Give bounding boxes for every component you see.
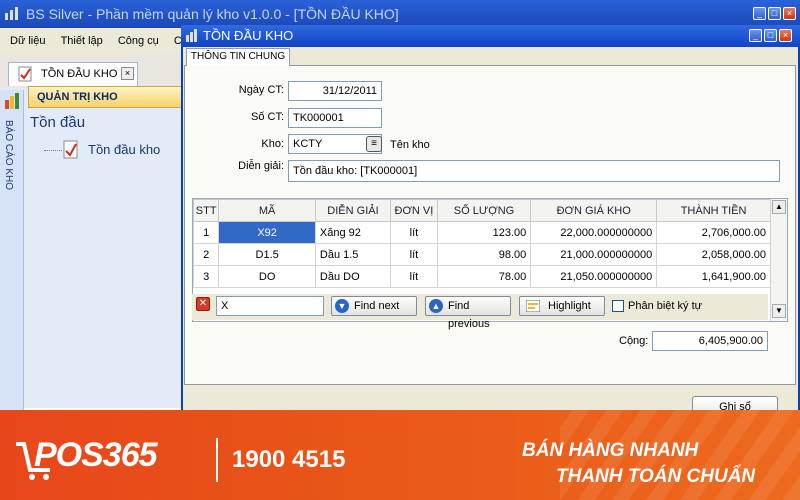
description-label: Diễn giải:	[238, 160, 284, 172]
app-icon	[4, 7, 20, 21]
warehouse-name-label: Tên kho	[390, 139, 430, 151]
col-amount[interactable]: THÀNH TIỀN	[656, 199, 771, 222]
table-row[interactable]: 3 DO Dầu DO lít 78.00 21,050.000000000 1…	[192, 265, 771, 288]
sidebar-vertical-label: BÁO CÁO KHO	[3, 120, 14, 191]
cell-quantity[interactable]: 123.00	[436, 221, 532, 244]
cell-unit-price[interactable]: 22,000.000000000	[530, 221, 658, 244]
cell-unit[interactable]: lít	[390, 243, 438, 266]
find-next-label: Find next	[354, 300, 400, 312]
main-window-title: BS Silver - Phần mềm quản lý kho v1.0.0 …	[0, 0, 800, 28]
sidebar	[0, 88, 182, 408]
sidebar-item-label: Tồn đầu kho	[88, 142, 161, 157]
grid-header-row: STT MÃ DIỄN GIẢI ĐƠN VỊ SỐ LƯỢNG ĐƠN GIÁ…	[192, 199, 771, 222]
arrow-up-icon: ▲	[429, 299, 443, 313]
tab-close-icon[interactable]: ×	[121, 67, 134, 80]
find-next-button[interactable]: ▼ Find next	[331, 296, 417, 316]
slogan-line-2: THANH TOÁN CHUẨN	[556, 466, 756, 487]
brand-logo: POS365	[34, 436, 158, 474]
cell-description[interactable]: Dầu 1.5	[314, 243, 392, 266]
sidebar-header[interactable]: QUẢN TRỊ KHO	[28, 86, 182, 108]
highlight-label: Highlight	[548, 300, 591, 312]
tab-general-info[interactable]: THÔNG TIN CHUNG	[186, 48, 290, 66]
menu-tools[interactable]: Công cụ	[118, 35, 159, 47]
warehouse-label: Kho:	[261, 138, 284, 150]
cell-unit-price[interactable]: 21,000.000000000	[530, 243, 658, 266]
banner-divider	[216, 438, 218, 482]
cell-description[interactable]: Xăng 92	[314, 221, 392, 244]
find-previous-label: Find previous	[448, 300, 490, 330]
case-sensitive-checkbox[interactable]	[612, 300, 624, 312]
total-field: 6,405,900.00	[652, 331, 768, 351]
slogan-line-1: BÁN HÀNG NHANH	[522, 440, 699, 461]
document-check-icon	[62, 140, 80, 166]
cell-unit[interactable]: lít	[390, 221, 438, 244]
cell-description[interactable]: Dầu DO	[314, 265, 392, 288]
arrow-down-icon: ▼	[335, 299, 349, 313]
sidebar-item-ton-dau-kho[interactable]: Tồn đầu kho	[62, 140, 160, 160]
dialog-close-icon[interactable]: ×	[779, 29, 792, 42]
tree-connector	[44, 150, 62, 151]
cell-unit[interactable]: lít	[390, 265, 438, 288]
cell-quantity[interactable]: 78.00	[436, 265, 532, 288]
grid-vertical-scrollbar[interactable]: ▲ ▼	[770, 199, 787, 321]
document-tab[interactable]: TỒN ĐẦU KHO ×	[8, 62, 138, 86]
hotline-number: 1900 4515	[232, 446, 346, 473]
cell-code[interactable]: X92	[218, 221, 316, 244]
cell-quantity[interactable]: 98.00	[436, 243, 532, 266]
doc-no-field[interactable]: TK000001	[288, 108, 382, 128]
menu-data[interactable]: Dữ liệu	[10, 35, 46, 47]
highlight-button[interactable]: Highlight	[519, 296, 605, 316]
table-row[interactable]: 1 X92 Xăng 92 lít 123.00 22,000.00000000…	[192, 221, 771, 244]
find-bar: ✕ X ▼ Find next ▲ Find previous Highligh…	[192, 294, 768, 330]
find-input[interactable]: X	[216, 296, 324, 316]
cell-code[interactable]: D1.5	[218, 243, 316, 266]
maximize-icon[interactable]: □	[768, 7, 781, 20]
find-previous-button[interactable]: ▲ Find previous	[425, 296, 511, 330]
close-icon[interactable]: ×	[783, 7, 796, 20]
col-description[interactable]: DIỄN GIẢI	[314, 199, 392, 222]
cell-code[interactable]: DO	[218, 265, 316, 288]
find-close-icon[interactable]: ✕	[196, 297, 210, 311]
dialog-title: TỒN ĐẦU KHO	[181, 25, 800, 47]
document-tab-label: TỒN ĐẦU KHO	[41, 68, 118, 80]
doc-no-label: Số CT:	[250, 111, 284, 123]
cell-stt[interactable]: 2	[192, 243, 220, 266]
scroll-up-icon[interactable]: ▲	[772, 200, 786, 214]
col-stt[interactable]: STT	[192, 199, 220, 222]
cell-unit-price[interactable]: 21,050.000000000	[530, 265, 658, 288]
dialog-maximize-icon[interactable]: □	[764, 29, 777, 42]
total-label: Cộng:	[619, 335, 649, 347]
cell-amount[interactable]: 2,706,000.00	[656, 221, 771, 244]
highlight-icon	[525, 299, 541, 318]
chart-icon	[4, 92, 22, 113]
minimize-icon[interactable]: _	[753, 7, 766, 20]
date-field[interactable]: 31/12/2011	[288, 81, 382, 101]
list-picker-icon[interactable]: ≡	[366, 136, 382, 152]
cell-stt[interactable]: 3	[192, 265, 220, 288]
cell-amount[interactable]: 2,058,000.00	[656, 243, 771, 266]
table-row[interactable]: 2 D1.5 Dầu 1.5 lít 98.00 21,000.00000000…	[192, 243, 771, 266]
sidebar-section-title: Tồn đầu	[30, 114, 86, 131]
col-quantity[interactable]: SỐ LƯỢNG	[436, 199, 532, 222]
col-code[interactable]: MÃ	[218, 199, 316, 222]
col-unit-price[interactable]: ĐƠN GIÁ KHO	[530, 199, 658, 222]
col-unit[interactable]: ĐƠN VỊ	[390, 199, 438, 222]
warehouse-value: KCTY	[293, 138, 323, 150]
cell-stt[interactable]: 1	[192, 221, 220, 244]
menu-settings[interactable]: Thiết lập	[61, 35, 103, 47]
dialog-minimize-icon[interactable]: _	[749, 29, 762, 42]
case-sensitive-label: Phân biệt ký tự	[628, 300, 703, 312]
dialog-app-icon	[185, 29, 199, 46]
description-field[interactable]: Tồn đầu kho: [TK000001]	[288, 160, 780, 182]
cell-amount[interactable]: 1,641,900.00	[656, 265, 771, 288]
date-label: Ngày CT:	[238, 84, 284, 96]
scroll-down-icon[interactable]: ▼	[772, 304, 786, 318]
